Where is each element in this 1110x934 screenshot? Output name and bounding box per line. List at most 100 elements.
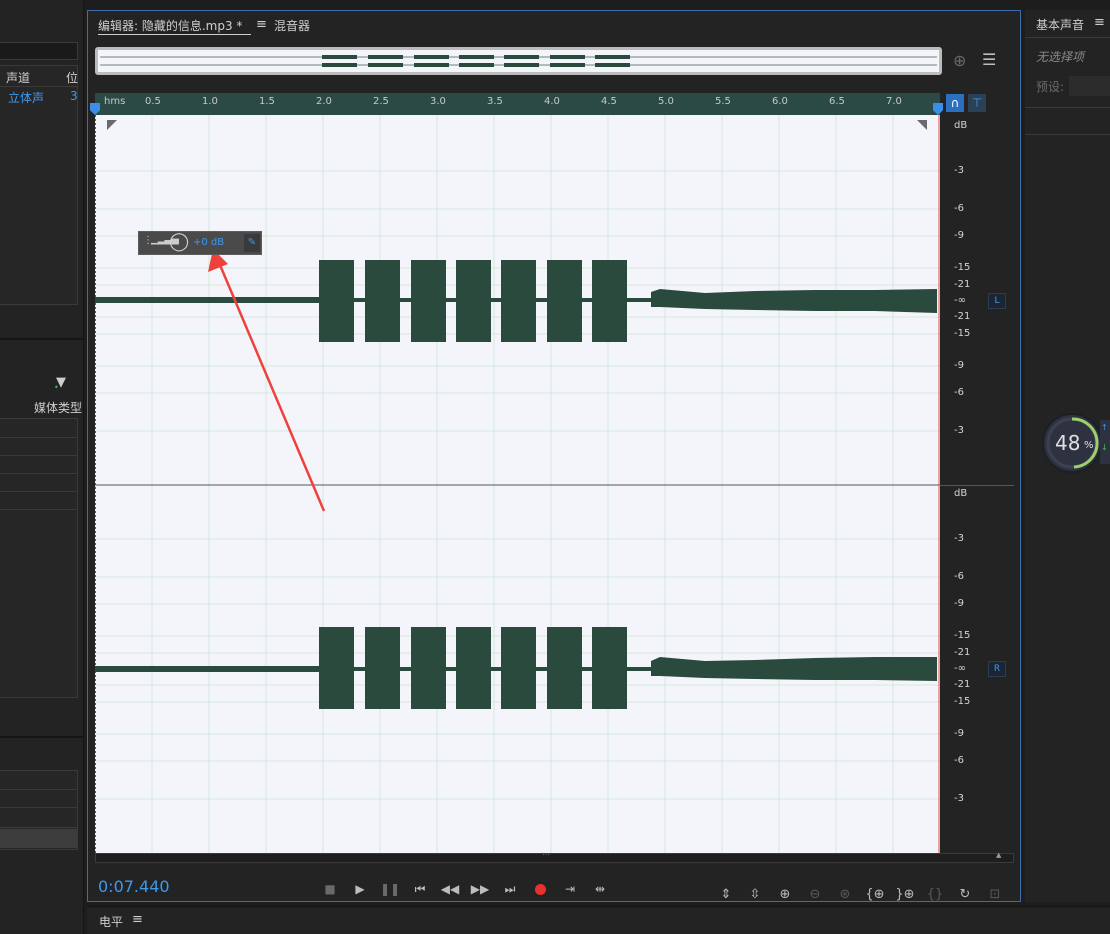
list-item[interactable] — [0, 789, 77, 808]
db-tick: -15 — [954, 696, 971, 707]
db-tick: -6 — [954, 755, 964, 766]
skip-to-end-icon[interactable]: ⏭ — [499, 878, 521, 900]
tab-editor[interactable]: 编辑器: 隐藏的信息.mp3 * — [98, 17, 242, 34]
gain-knob-icon[interactable]: ◯ — [169, 231, 189, 252]
list-item[interactable] — [0, 473, 77, 492]
zoom-reset-icon[interactable]: ↻ — [954, 884, 976, 904]
time-ruler[interactable]: hms 0.5 1.0 1.5 2.0 2.5 3.0 3.5 4.0 4.5 … — [90, 93, 943, 115]
playhead-start-handle[interactable] — [90, 103, 100, 115]
zoom-in-right-icon[interactable]: }⊕ — [894, 884, 916, 904]
ruler-tick-label: 5.0 — [658, 96, 674, 107]
col-header-channel[interactable]: 声道 — [6, 69, 30, 86]
record-icon[interactable] — [529, 878, 551, 900]
no-selection-label: 无选择项 — [1036, 50, 1085, 64]
time-display: 0:07.440 — [98, 877, 170, 896]
loop-playback-icon[interactable]: ⇥ — [559, 878, 581, 900]
ruler-tick-label: 6.0 — [772, 96, 788, 107]
col-header-position[interactable]: 位 — [66, 69, 78, 86]
channel-right-badge[interactable]: R — [988, 661, 1006, 677]
essential-sound-panel: 基本声音 ≡ 无选择项 预设: 48 % ↑ ↓ — [1025, 10, 1110, 902]
ruler-tick-label: 6.5 — [829, 96, 845, 107]
level-panel-menu-icon[interactable]: ≡ — [132, 912, 143, 927]
list-item-selected[interactable] — [0, 829, 77, 848]
zoom-in-time-icon[interactable]: ⊕ — [774, 884, 796, 904]
db-tick: -21 — [954, 679, 971, 690]
snap-icon[interactable]: ∩ — [946, 94, 964, 112]
scroll-grip-icon[interactable]: ⋯ — [542, 850, 550, 859]
db-tick: -6 — [954, 571, 964, 582]
fast-forward-icon[interactable]: ▶▶ — [469, 878, 491, 900]
db-tick: -6 — [954, 203, 964, 214]
files-search-input[interactable] — [0, 42, 78, 60]
db-tick: -15 — [954, 328, 971, 339]
tab-mixer[interactable]: 混音器 — [274, 17, 310, 34]
media-type-label: 媒体类型 — [34, 401, 83, 415]
fade-in-handle-icon[interactable] — [107, 120, 117, 130]
stop-icon[interactable]: ■ — [319, 878, 341, 900]
file-row-position[interactable]: 3 — [70, 89, 78, 103]
zoom-selection-edges-icon[interactable]: {} — [924, 884, 946, 904]
marker-pin-icon[interactable]: ⊤ — [968, 94, 986, 112]
zoom-in-amplitude-icon[interactable]: ⇕ — [715, 884, 737, 904]
db-tick: -3 — [954, 165, 964, 176]
skip-to-start-icon[interactable]: ⏮ — [409, 878, 431, 900]
gain-value[interactable]: +0 dB — [193, 237, 224, 248]
file-row-channel[interactable]: 立体声 — [8, 89, 44, 106]
horizontal-scrollbar[interactable]: ⋯ ▲ — [95, 850, 1014, 863]
db-tick: -21 — [954, 311, 971, 322]
zoom-in-left-icon[interactable]: {⊕ — [864, 884, 886, 904]
preset-dropdown[interactable] — [1069, 76, 1110, 96]
rewind-icon[interactable]: ◀◀ — [439, 878, 461, 900]
db-tick: -9 — [954, 728, 964, 739]
overview-waveform — [100, 55, 937, 67]
essential-sound-menu-icon[interactable]: ≡ — [1094, 15, 1105, 30]
play-icon[interactable]: ▶ — [349, 878, 371, 900]
pin-icon[interactable]: ✎ — [244, 234, 260, 252]
zoom-full-icon[interactable]: ⊡ — [984, 884, 1006, 904]
playhead-end-handle[interactable] — [933, 103, 943, 115]
db-tick: -3 — [954, 425, 964, 436]
db-unit-label: dB — [954, 488, 968, 499]
db-tick: -15 — [954, 262, 971, 273]
channel-left-badge[interactable]: L — [988, 293, 1006, 309]
files-panel: 声道 位 立体声 3 ▼ • 媒体类型 — [0, 0, 84, 934]
db-tick: -21 — [954, 279, 971, 290]
level-panel-title[interactable]: 电平 — [99, 913, 123, 930]
essential-sound-title[interactable]: 基本声音 — [1036, 16, 1084, 33]
ruler-tick-label: 4.0 — [544, 96, 560, 107]
zoom-to-selection-icon[interactable]: ⊛ — [834, 884, 856, 904]
list-item[interactable] — [0, 419, 77, 438]
tab-menu-icon[interactable]: ≡ — [256, 17, 267, 32]
list-item[interactable] — [0, 455, 77, 474]
list-item[interactable] — [0, 491, 77, 510]
ruler-tick-label: 7.0 — [886, 96, 902, 107]
scroll-up-icon[interactable]: ▲ — [996, 851, 1001, 859]
zoom-target-icon[interactable]: ⊕ — [953, 51, 966, 70]
zoom-out-amplitude-icon[interactable]: ⇳ — [744, 884, 766, 904]
filter-badge-icon: • — [54, 383, 59, 392]
list-item[interactable] — [0, 771, 77, 790]
db-tick: -3 — [954, 793, 964, 804]
list-item[interactable] — [0, 437, 77, 456]
overview-bar[interactable] — [95, 47, 942, 75]
editor-panel: 编辑器: 隐藏的信息.mp3 * ≡ 混音器 ⊕ ☰ hms 0.5 1.0 1… — [87, 10, 1021, 902]
db-tick: -9 — [954, 598, 964, 609]
skip-selection-icon[interactable]: ⇹ — [589, 878, 611, 900]
cpu-unit: % — [1084, 440, 1094, 451]
db-tick: -3 — [954, 533, 964, 544]
list-view-icon[interactable]: ☰ — [982, 50, 996, 69]
history-list — [0, 770, 78, 850]
waveform-view[interactable]: ⋮ ▁▂▃▄ ◯ +0 dB ✎ — [95, 115, 940, 853]
zoom-out-time-icon[interactable]: ⊖ — [804, 884, 826, 904]
fade-out-handle-icon[interactable] — [917, 120, 927, 130]
pause-icon[interactable]: ❚❚ — [379, 878, 401, 900]
preset-label: 预设: — [1036, 80, 1065, 94]
ruler-tick-label: 3.5 — [487, 96, 503, 107]
ruler-tick-label: 2.5 — [373, 96, 389, 107]
waveform-left-channel — [95, 260, 937, 342]
download-arrow-icon: ↓ — [1101, 443, 1108, 452]
hud-gain-control[interactable]: ⋮ ▁▂▃▄ ◯ +0 dB ✎ — [138, 231, 262, 255]
db-scale: dB -3 -6 -9 -15 -21 -∞ -21 -15 -9 -6 -3 … — [940, 115, 1014, 853]
list-item[interactable] — [0, 809, 77, 828]
db-tick: -21 — [954, 647, 971, 658]
